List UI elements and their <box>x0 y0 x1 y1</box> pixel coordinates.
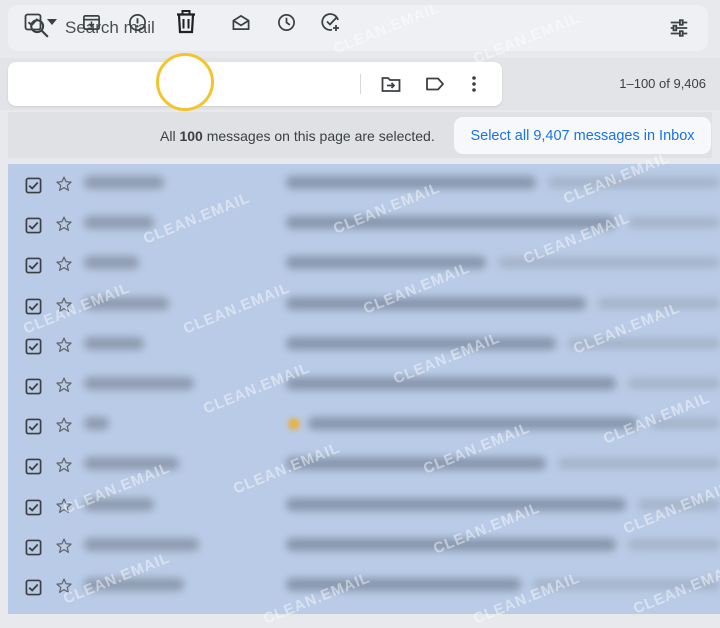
message-row[interactable] <box>8 244 720 284</box>
row-checkbox-icon[interactable] <box>25 579 42 601</box>
snooze-icon[interactable] <box>275 0 297 44</box>
subject-blurred <box>286 457 546 471</box>
row-checkbox-icon[interactable] <box>25 458 42 480</box>
archive-icon[interactable] <box>80 0 102 44</box>
star-icon[interactable] <box>55 416 73 439</box>
snippet-blurred <box>638 498 720 510</box>
message-row[interactable] <box>8 285 720 325</box>
star-icon[interactable] <box>55 215 73 238</box>
message-row[interactable] <box>8 445 720 485</box>
mark-as-read-icon[interactable] <box>230 0 252 44</box>
sender-blurred <box>84 377 194 390</box>
row-checkbox-icon[interactable] <box>25 217 42 239</box>
sender-blurred <box>84 296 169 310</box>
message-row[interactable] <box>8 204 720 244</box>
move-to-icon[interactable] <box>380 62 402 106</box>
subject-blurred <box>286 296 586 310</box>
snippet-blurred <box>628 217 720 229</box>
message-row[interactable] <box>8 566 720 606</box>
star-icon[interactable] <box>55 537 73 560</box>
search-bar[interactable]: Search mail <box>8 5 708 51</box>
subject-blurred <box>286 537 616 551</box>
subject-blurred <box>286 256 486 270</box>
row-checkbox-icon[interactable] <box>25 499 42 521</box>
select-all-messages-link[interactable]: Select all 9,407 messages in Inbox <box>454 117 711 154</box>
subject-blurred <box>286 216 616 230</box>
subject-blurred <box>286 377 616 390</box>
row-checkbox-icon[interactable] <box>25 177 42 199</box>
sender-blurred <box>84 457 179 471</box>
sender-blurred <box>84 417 109 431</box>
delete-icon[interactable] <box>172 0 200 44</box>
subject-blurred <box>308 417 638 431</box>
selection-banner-text: All 100 messages on this page are select… <box>160 128 435 144</box>
snippet-blurred <box>548 177 720 188</box>
message-row[interactable] <box>8 365 720 405</box>
star-icon[interactable] <box>55 255 73 278</box>
row-checkbox-icon[interactable] <box>25 418 42 440</box>
sender-blurred <box>84 578 184 591</box>
message-row[interactable] <box>8 526 720 566</box>
sender-blurred <box>84 176 164 189</box>
sender-blurred <box>84 497 154 511</box>
delete-highlight-ring <box>156 53 214 111</box>
select-dropdown-icon[interactable] <box>45 0 59 44</box>
message-row[interactable] <box>8 486 720 526</box>
label-icon[interactable] <box>424 62 446 106</box>
sender-blurred <box>84 216 154 230</box>
message-row[interactable] <box>8 325 720 365</box>
subject-blurred <box>286 336 556 350</box>
sender-blurred <box>84 256 139 270</box>
star-icon[interactable] <box>55 376 73 399</box>
message-list <box>8 164 720 614</box>
sender-blurred <box>84 537 199 551</box>
snippet-blurred <box>498 257 720 269</box>
more-icon[interactable] <box>466 62 482 106</box>
toolbar-divider <box>360 74 361 94</box>
row-checkbox-icon[interactable] <box>25 298 42 320</box>
snippet-blurred <box>628 378 720 389</box>
search-options-icon[interactable] <box>668 17 690 44</box>
row-checkbox-icon[interactable] <box>25 257 42 279</box>
report-spam-icon[interactable] <box>126 0 148 44</box>
snippet-blurred <box>650 418 720 430</box>
star-icon[interactable] <box>55 456 73 479</box>
star-icon[interactable] <box>55 336 73 359</box>
row-checkbox-icon[interactable] <box>25 338 42 360</box>
select-all-checkbox-icon[interactable] <box>22 0 44 44</box>
snippet-blurred <box>533 579 720 590</box>
star-icon[interactable] <box>55 577 73 600</box>
snippet-blurred <box>568 337 720 349</box>
selected-count: 100 <box>179 128 203 144</box>
star-icon[interactable] <box>55 175 73 198</box>
subject-blurred <box>286 497 626 511</box>
message-count: 1–100 of 9,406 <box>619 76 706 91</box>
snippet-blurred <box>558 458 720 470</box>
sender-blurred <box>84 336 144 350</box>
emoji-blurred <box>288 418 300 431</box>
message-row[interactable] <box>8 164 720 204</box>
subject-blurred <box>286 578 521 591</box>
row-checkbox-icon[interactable] <box>25 539 42 561</box>
snippet-blurred <box>598 297 720 309</box>
row-checkbox-icon[interactable] <box>25 378 42 400</box>
star-icon[interactable] <box>55 296 73 319</box>
message-row[interactable] <box>8 405 720 445</box>
star-icon[interactable] <box>55 497 73 520</box>
snippet-blurred <box>628 538 720 550</box>
subject-blurred <box>286 176 536 189</box>
add-to-tasks-icon[interactable] <box>320 0 342 44</box>
